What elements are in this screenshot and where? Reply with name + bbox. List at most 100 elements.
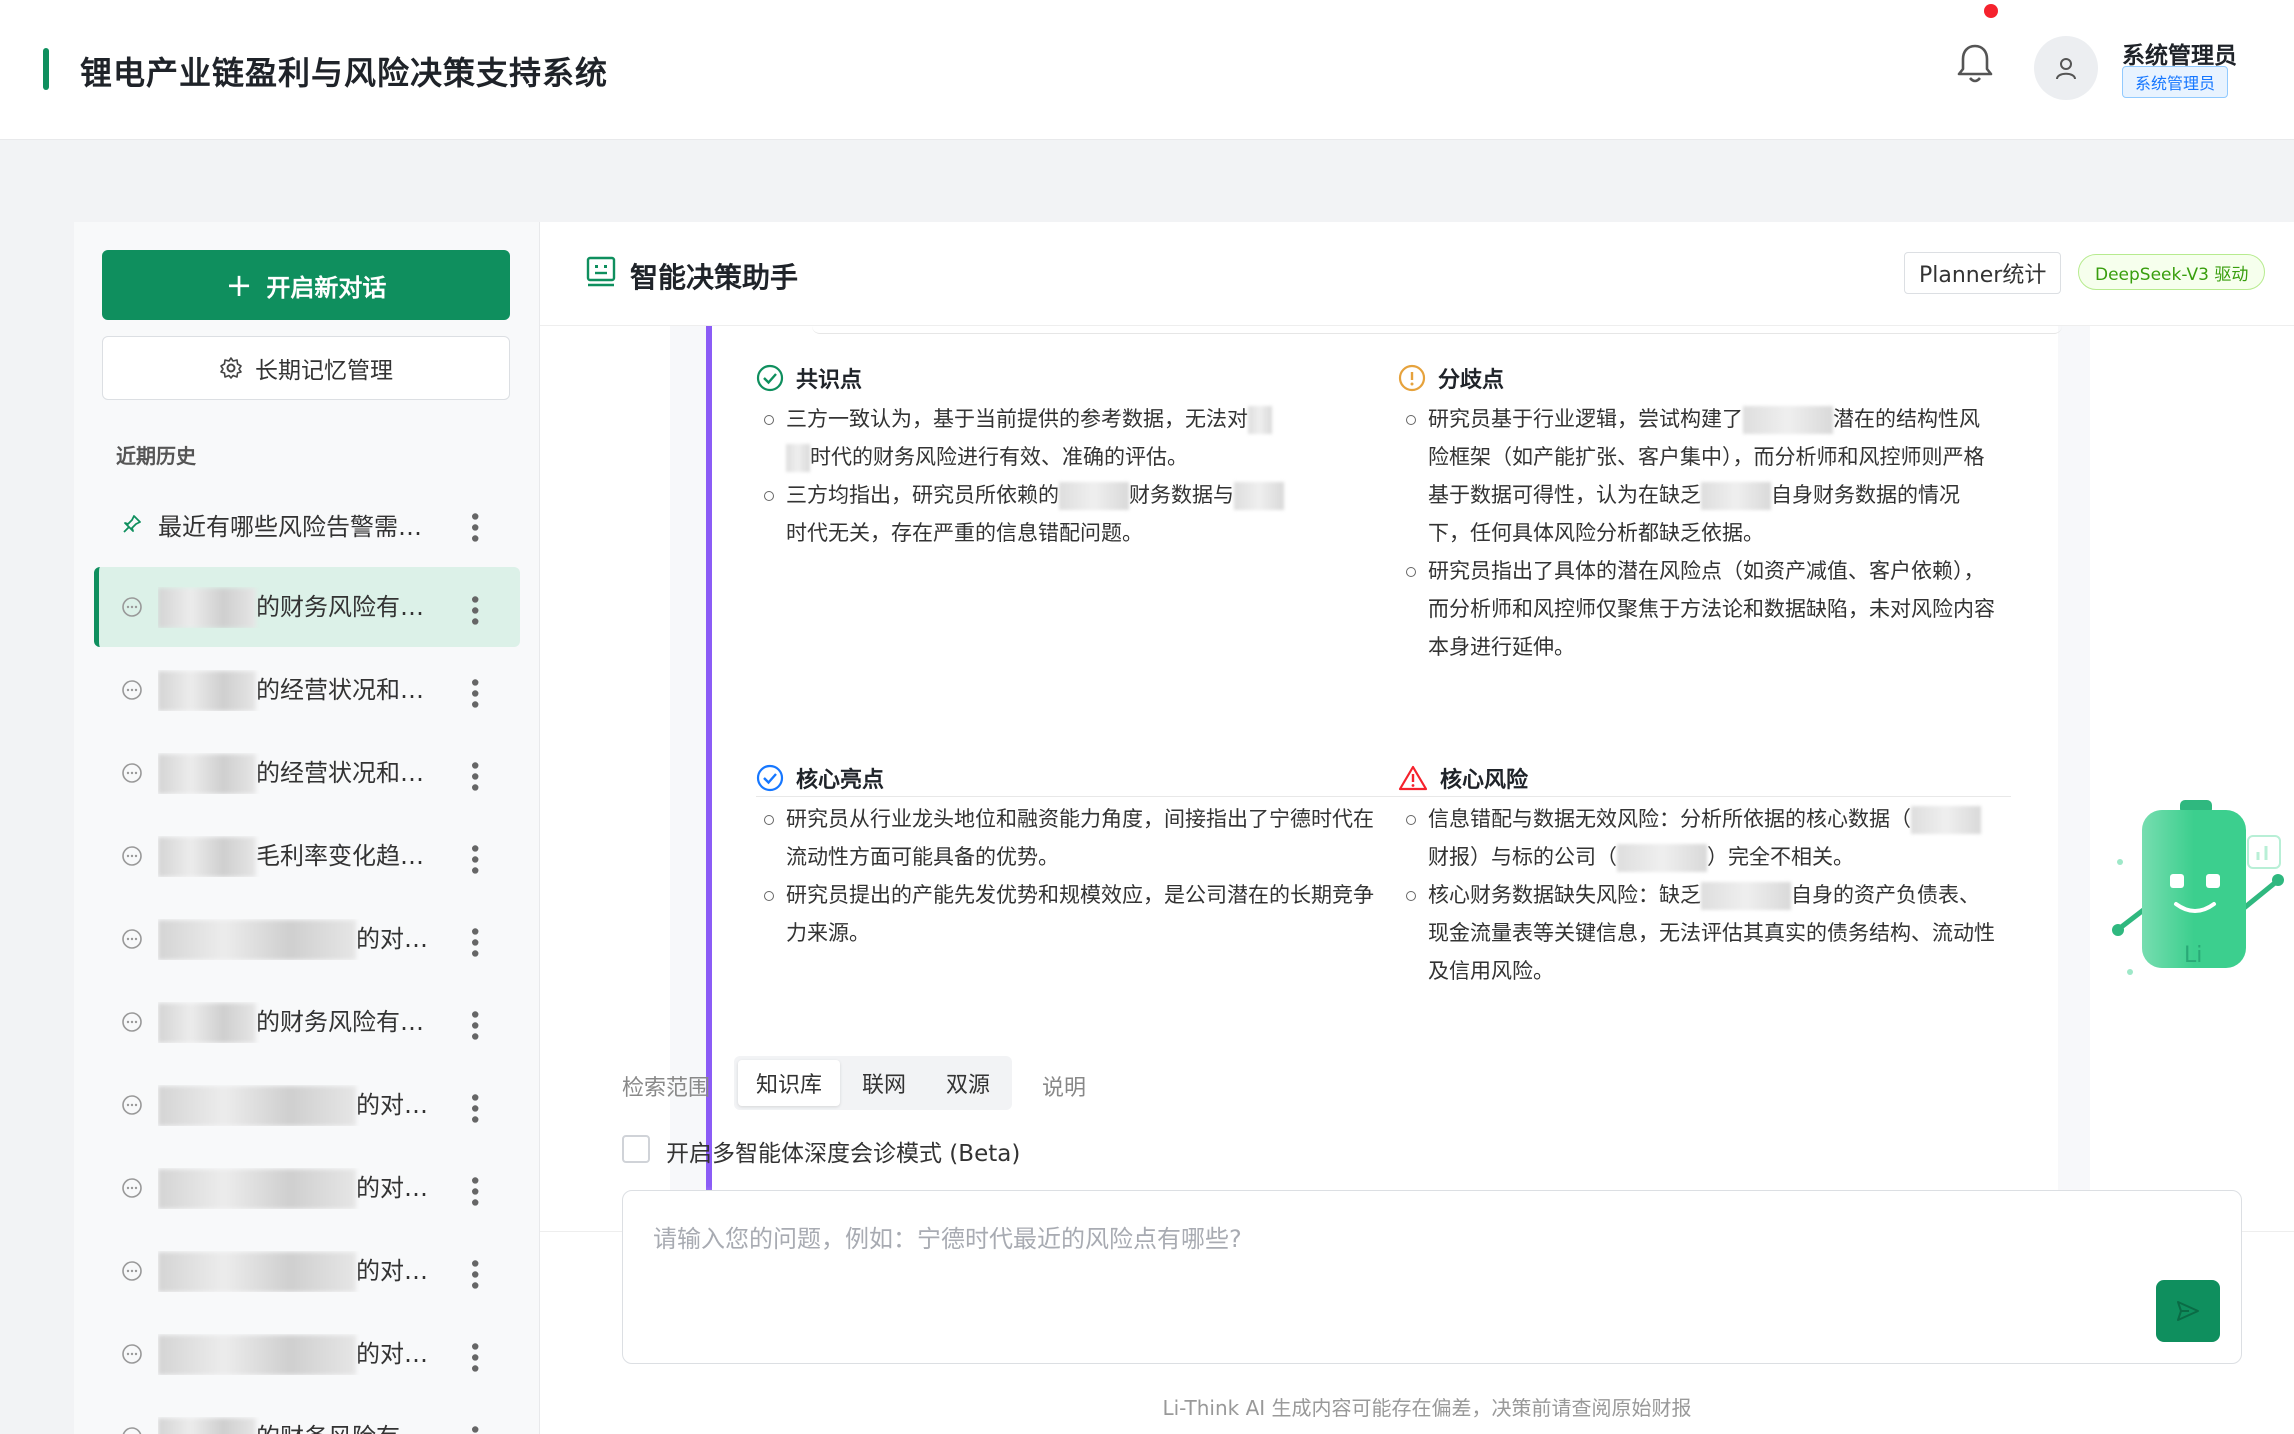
- history-item[interactable]: 的经营状况和… •••: [94, 650, 520, 730]
- chat-icon: [120, 1176, 144, 1200]
- more-icon[interactable]: •••: [461, 510, 486, 543]
- list-item-text: 研究员从行业龙头地位和融资能力角度，间接指出了宁德时代在流动性方面可能具备的优势…: [786, 807, 1374, 869]
- list-item-text: 三方一致认为，基于当前提供的参考数据，无法对: [786, 407, 1248, 431]
- list-item-text: 研究员基于行业逻辑，尝试构建了: [1428, 407, 1743, 431]
- more-icon[interactable]: •••: [461, 1174, 486, 1207]
- robot-icon: [586, 256, 616, 287]
- history-item-label: 最近有哪些风险告警需…: [158, 512, 422, 541]
- scope-option-web[interactable]: 联网: [844, 1060, 924, 1106]
- redacted-text: [158, 1251, 356, 1292]
- history-item-label: 的财务风险有…: [256, 592, 424, 621]
- new-chat-label: 开启新对话: [266, 273, 387, 302]
- history-item-label: 的对…: [356, 1256, 428, 1285]
- explain-link[interactable]: 说明: [1042, 1070, 1086, 1102]
- list-item: 三方均指出，研究员所依赖的 财务数据与 时代无关，存在严重的信息错配问题。: [756, 476, 1376, 552]
- divergence-section: 分歧点 研究员基于行业逻辑，尝试构建了 潜在的结构性风险框架（如产能扩张、客户集中…: [1398, 362, 1998, 666]
- assistant-mascot[interactable]: Li: [2100, 796, 2290, 996]
- redacted-text: [158, 753, 256, 794]
- more-icon[interactable]: •••: [461, 676, 486, 709]
- send-button[interactable]: [2156, 1280, 2220, 1342]
- list-item-text: 财报）与标的公司（: [1428, 845, 1617, 869]
- more-icon[interactable]: •••: [461, 1008, 486, 1041]
- consensus-section: 共识点 三方一致认为，基于当前提供的参考数据，无法对时代的财务风险进行有效、准确…: [756, 362, 1376, 552]
- ai-disclaimer: Li-Think AI 生成内容可能存在偏差，决策前请查阅原始财报: [1162, 1396, 1692, 1420]
- history-item[interactable]: 的对… •••: [94, 899, 520, 979]
- history-item[interactable]: 的财务风险有… •••: [94, 567, 520, 647]
- pin-icon: [120, 512, 144, 536]
- redacted-text: [1617, 844, 1707, 872]
- question-input[interactable]: 请输入您的问题，例如：宁德时代最近的风险点有哪些?: [622, 1190, 2242, 1364]
- page-title: 智能决策助手: [630, 261, 799, 294]
- check-circle-icon: [756, 764, 784, 792]
- search-scope-label: 检索范围: [622, 1076, 711, 1101]
- multi-agent-checkbox[interactable]: [622, 1135, 650, 1163]
- history-item-label: 毛利率变化趋…: [256, 841, 424, 870]
- history-item[interactable]: 的对… •••: [94, 1231, 520, 1311]
- history-item[interactable]: 的对… •••: [94, 1314, 520, 1394]
- risks-heading: 核心风险: [1398, 762, 1998, 794]
- list-item-text: 时代的财务风险进行有效、准确的评估。: [810, 445, 1188, 469]
- redacted-text: [158, 1168, 356, 1209]
- redacted-text: [158, 587, 256, 628]
- history-item[interactable]: 的对… •••: [94, 1065, 520, 1145]
- notification-dot: [1984, 4, 1998, 18]
- chat-icon: [120, 1259, 144, 1283]
- list-item-text: 三方均指出，研究员所依赖的: [786, 483, 1059, 507]
- chat-icon: [120, 1342, 144, 1366]
- list-item: 研究员基于行业逻辑，尝试构建了 潜在的结构性风险框架（如产能扩张、客户集中），而分…: [1398, 400, 1998, 552]
- history-item-label: 的对…: [356, 924, 428, 953]
- consensus-title: 共识点: [796, 368, 863, 393]
- consensus-list: 三方一致认为，基于当前提供的参考数据，无法对时代的财务风险进行有效、准确的评估。…: [756, 400, 1376, 552]
- history-item-label: 的经营状况和…: [256, 675, 424, 704]
- list-item-text: 研究员指出了具体的潜在风险点（如资产减值、客户依赖），而分析师和风控师仅聚焦于方…: [1428, 559, 1995, 659]
- scope-option-knowledge[interactable]: 知识库: [738, 1060, 841, 1106]
- history-item[interactable]: 的经营状况和… •••: [94, 733, 520, 813]
- planner-stats-button[interactable]: Planner统计: [1904, 252, 2062, 294]
- list-item: 研究员从行业龙头地位和融资能力角度，间接指出了宁德时代在流动性方面可能具备的优势…: [756, 800, 1376, 876]
- gear-icon: [220, 357, 242, 379]
- memory-management-button[interactable]: 长期记忆管理: [102, 336, 510, 400]
- mascot-label: Li: [2184, 943, 2202, 968]
- history-list: 最近有哪些风险告警需… ••• 的财务风险有… ••• 的经营状况和… ••• …: [94, 484, 520, 1434]
- list-item: 核心财务数据缺失风险：缺乏 自身的资产负债表、现金流量表等关键信息，无法评估其真实…: [1398, 876, 1998, 990]
- main-header: 智能决策助手 Planner统计 DeepSeek-V3 驱动: [540, 222, 2294, 326]
- list-item: 三方一致认为，基于当前提供的参考数据，无法对时代的财务风险进行有效、准确的评估。: [756, 400, 1376, 476]
- list-item-text: 时代无关，存在严重的信息错配问题。: [786, 521, 1143, 545]
- send-icon: [2177, 1301, 2199, 1321]
- highlights-section: 核心亮点 研究员从行业龙头地位和融资能力角度，间接指出了宁德时代在流动性方面可能…: [756, 762, 1376, 952]
- scope-option-dual[interactable]: 双源: [928, 1060, 1008, 1106]
- memory-label: 长期记忆管理: [255, 358, 393, 384]
- avatar[interactable]: [2034, 36, 2098, 100]
- redacted-text: [786, 444, 810, 472]
- more-icon[interactable]: •••: [461, 1091, 486, 1124]
- more-icon[interactable]: •••: [461, 842, 486, 875]
- more-icon[interactable]: •••: [461, 1423, 486, 1434]
- brand-accent-bar: [43, 48, 49, 90]
- search-scope-selector: 知识库 联网 双源: [734, 1056, 1013, 1110]
- chat-icon: [120, 761, 144, 785]
- history-item[interactable]: 最近有哪些风险告警需… •••: [94, 484, 520, 564]
- history-item[interactable]: 的对… •••: [94, 1148, 520, 1228]
- highlights-list: 研究员从行业龙头地位和融资能力角度，间接指出了宁德时代在流动性方面可能具备的优势…: [756, 800, 1376, 952]
- history-item[interactable]: 毛利率变化趋… •••: [94, 816, 520, 896]
- more-icon[interactable]: •••: [461, 759, 486, 792]
- bell-icon[interactable]: [1955, 42, 1995, 86]
- history-item-label: 的对…: [356, 1339, 428, 1368]
- plus-icon: +: [225, 266, 253, 304]
- more-icon[interactable]: •••: [461, 593, 486, 626]
- more-icon[interactable]: •••: [461, 925, 486, 958]
- list-item-text: ）完全不相关。: [1707, 845, 1854, 869]
- redacted-text: [158, 670, 256, 711]
- new-chat-button[interactable]: + 开启新对话: [102, 250, 510, 320]
- highlights-title: 核心亮点: [796, 768, 885, 793]
- history-item[interactable]: 的财务风险有… •••: [94, 982, 520, 1062]
- model-badge: DeepSeek-V3 驱动: [2078, 254, 2266, 290]
- more-icon[interactable]: •••: [461, 1257, 486, 1290]
- card-divider: [812, 326, 2062, 334]
- chat-icon: [120, 678, 144, 702]
- divergence-heading: 分歧点: [1398, 362, 1998, 394]
- list-item: 信息错配与数据无效风险：分析所依据的核心数据（ 财报）与标的公司（ ）完全不相关。: [1398, 800, 1998, 876]
- more-icon[interactable]: •••: [461, 1340, 486, 1373]
- history-item-label: 的对…: [356, 1090, 428, 1119]
- multi-agent-label[interactable]: 开启多智能体深度会诊模式 (Beta): [666, 1134, 1020, 1168]
